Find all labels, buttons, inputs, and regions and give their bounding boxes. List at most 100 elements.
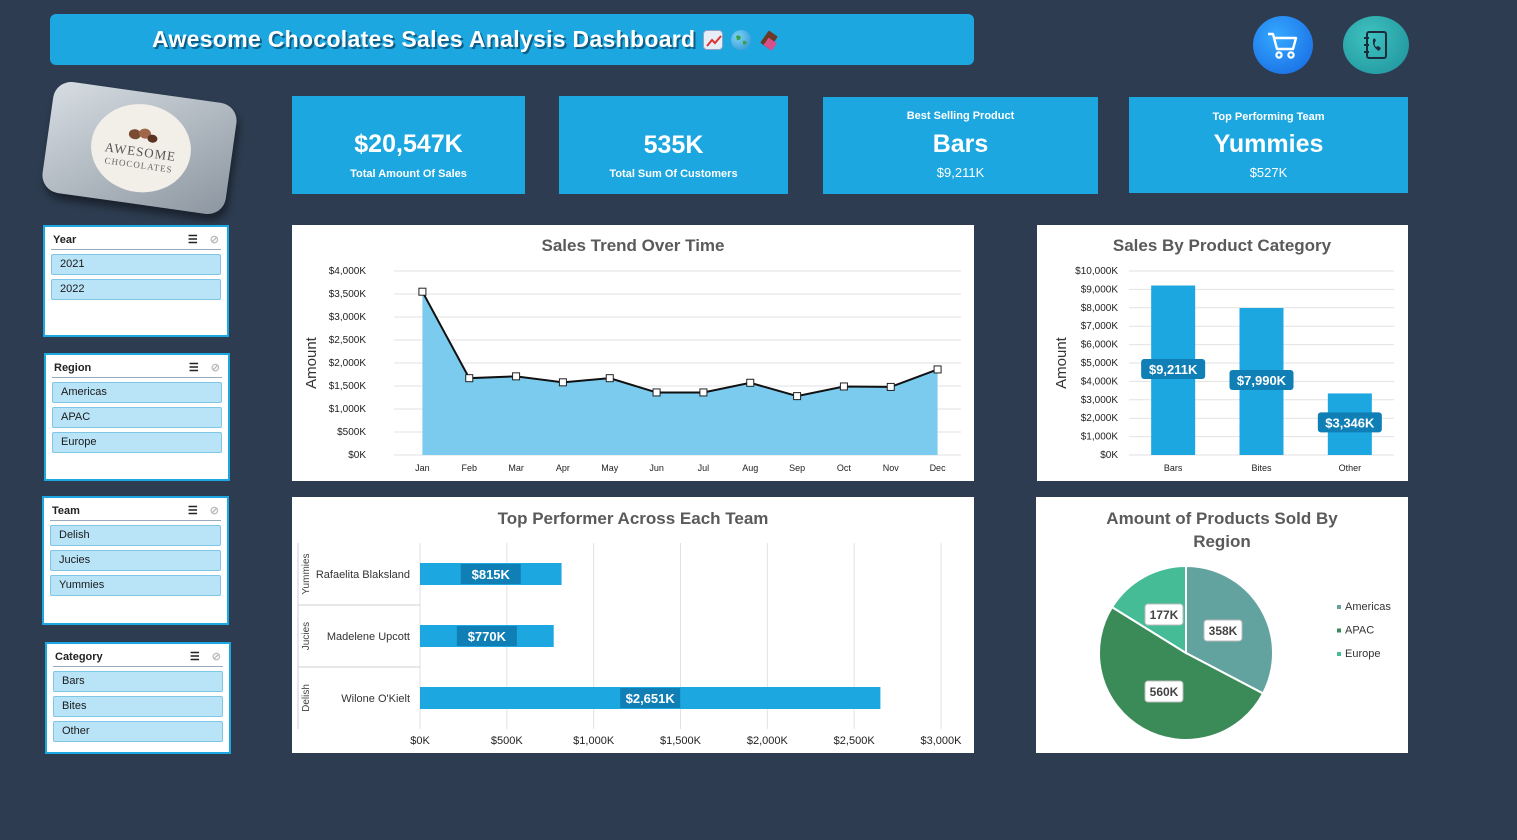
kpi-top-team-sub: $527K bbox=[1249, 165, 1288, 180]
slicer-category-title: Category bbox=[55, 650, 103, 663]
product-category-panel: Sales By Product Category Amount $0K $1,000… bbox=[1037, 225, 1408, 481]
clear-filter-icon[interactable]: ⊘ bbox=[212, 650, 221, 663]
data-point bbox=[418, 287, 427, 296]
cart-button[interactable] bbox=[1253, 16, 1313, 74]
dashboard-title-bar: Awesome Chocolates Sales Analysis Dashbo… bbox=[50, 14, 974, 65]
x-tick-label: May bbox=[601, 463, 619, 473]
x-tick-label: Jan bbox=[415, 463, 430, 473]
y-axis-label: Amount bbox=[1053, 336, 1070, 389]
data-label: $7,990K bbox=[1237, 373, 1287, 388]
x-tick-label: $2,500K bbox=[834, 735, 876, 747]
data-point bbox=[512, 372, 521, 381]
data-point bbox=[746, 378, 755, 387]
y-tick-label: $2,000K bbox=[1081, 413, 1119, 424]
slicer-region-title: Region bbox=[54, 361, 92, 374]
slicer-team-title: Team bbox=[52, 504, 80, 517]
slicer-region-item[interactable]: Americas bbox=[52, 382, 222, 403]
chart-title: Sales Trend Over Time bbox=[542, 236, 725, 255]
clear-filter-icon[interactable]: ⊘ bbox=[211, 361, 220, 374]
kpi-total-customers: 535K Total Sum Of Customers bbox=[559, 96, 788, 194]
slicer-year-item[interactable]: 2022 bbox=[51, 279, 221, 300]
slicer-year-item[interactable]: 2021 bbox=[51, 254, 221, 275]
y-tick-label: $3,000K bbox=[329, 312, 367, 323]
chart-title: Top Performer Across Each Team bbox=[498, 509, 769, 528]
slicer-team-item[interactable]: Jucies bbox=[50, 550, 221, 571]
x-tick-label: $1,500K bbox=[660, 735, 702, 747]
clear-filter-icon[interactable]: ⊘ bbox=[210, 233, 219, 246]
top-performer-chart: Top Performer Across Each Team $0K $500K $1… bbox=[297, 509, 963, 747]
y-tick-label: $10,000K bbox=[1075, 266, 1118, 277]
x-tick-label: $500K bbox=[491, 735, 523, 747]
multi-select-icon[interactable]: ☰ bbox=[189, 361, 199, 374]
slicer-team-item[interactable]: Delish bbox=[50, 525, 221, 546]
data-label: $2,651K bbox=[626, 691, 676, 706]
multi-select-icon[interactable]: ☰ bbox=[188, 233, 198, 246]
chocolate-bar-icon bbox=[759, 30, 779, 51]
x-tick-label: Oct bbox=[837, 463, 852, 473]
slicer-category-item[interactable]: Other bbox=[53, 721, 223, 742]
data-point bbox=[558, 378, 567, 387]
y-tick-label: $3,500K bbox=[329, 289, 367, 300]
multi-select-icon[interactable]: ☰ bbox=[188, 504, 198, 517]
x-tick-label: Sep bbox=[789, 463, 805, 473]
slicer-region-item[interactable]: APAC bbox=[52, 407, 222, 428]
slicer-region-item[interactable]: Europe bbox=[52, 432, 222, 453]
kpi-top-team-value: Yummies bbox=[1213, 130, 1324, 158]
company-logo-card: AWESOME CHOCOLATES bbox=[40, 79, 239, 217]
slicer-team-item[interactable]: Yummies bbox=[50, 575, 221, 596]
team-group-label: Delish bbox=[301, 684, 312, 712]
clear-filter-icon[interactable]: ⊘ bbox=[210, 504, 219, 517]
y-axis-label: Amount bbox=[303, 336, 320, 389]
kpi-total-sales: $20,547K Total Amount Of Sales bbox=[292, 96, 525, 194]
chart-title-line: Region bbox=[1193, 532, 1251, 551]
x-tick-label: Jul bbox=[698, 463, 710, 473]
multi-select-icon[interactable]: ☰ bbox=[190, 650, 200, 663]
legend-label: APAC bbox=[1345, 625, 1374, 637]
slicer-team: Team ☰ ⊘ Delish Jucies Yummies bbox=[42, 496, 229, 625]
contact-button[interactable] bbox=[1343, 16, 1409, 74]
y-tick-label: $8,000K bbox=[1081, 303, 1119, 314]
data-label: $3,346K bbox=[1325, 415, 1375, 430]
data-label: 177K bbox=[1150, 608, 1179, 622]
data-label: $9,211K bbox=[1149, 362, 1198, 377]
y-tick-label: $9,000K bbox=[1081, 284, 1119, 295]
kpi-best-product-label: Best Selling Product bbox=[906, 110, 1015, 122]
slicer-category-item[interactable]: Bars bbox=[53, 671, 223, 692]
data-point bbox=[886, 382, 895, 391]
data-label: $770K bbox=[468, 629, 507, 644]
data-label: 358K bbox=[1209, 624, 1238, 638]
kpi-total-customers-value: 535K bbox=[643, 131, 704, 159]
kpi-total-sales-value: $20,547K bbox=[354, 130, 463, 158]
product-category-chart: Sales By Product Category Amount $0K $1,000… bbox=[1053, 236, 1394, 473]
slicer-category-item[interactable]: Bites bbox=[53, 696, 223, 717]
data-point bbox=[699, 388, 708, 397]
sales-trend-panel: Sales Trend Over Time Amount $0K $500K $1,00… bbox=[292, 225, 974, 481]
kpi-best-product-sub: $9,211K bbox=[936, 165, 985, 180]
y-tick-label: $1,000K bbox=[1081, 432, 1119, 443]
slicer-year-title: Year bbox=[53, 233, 77, 246]
x-tick-label: $0K bbox=[410, 735, 430, 747]
data-label: $815K bbox=[472, 567, 511, 582]
x-tick-label: $3,000K bbox=[921, 735, 963, 747]
legend-label: Americas bbox=[1345, 601, 1391, 613]
y-tick-label: $0K bbox=[1100, 450, 1118, 461]
region-pie-chart: Amount of Products Sold By Region 358K 560K… bbox=[1098, 509, 1391, 741]
y-tick-label: $2,500K bbox=[329, 335, 367, 346]
performer-name: Madelene Upcott bbox=[327, 631, 410, 643]
slicer-category: Category ☰ ⊘ Bars Bites Other bbox=[45, 642, 231, 754]
legend-swatch bbox=[1337, 652, 1341, 656]
y-tick-label: $500K bbox=[337, 427, 366, 438]
x-tick-label: Other bbox=[1339, 463, 1362, 473]
data-point bbox=[933, 365, 942, 374]
y-tick-label: $4,000K bbox=[1081, 376, 1119, 387]
y-tick-label: $1,500K bbox=[329, 381, 367, 392]
kpi-total-sales-label: Total Amount Of Sales bbox=[350, 168, 467, 180]
x-tick-label: Feb bbox=[461, 463, 477, 473]
team-group-label: Yummies bbox=[301, 553, 312, 594]
x-tick-label: Bites bbox=[1251, 463, 1272, 473]
area-fill bbox=[422, 291, 938, 455]
legend-swatch bbox=[1337, 628, 1341, 633]
y-tick-label: $2,000K bbox=[329, 358, 367, 369]
slicer-year: Year ☰ ⊘ 2021 2022 bbox=[43, 225, 229, 337]
shopping-cart-icon bbox=[1268, 32, 1298, 59]
